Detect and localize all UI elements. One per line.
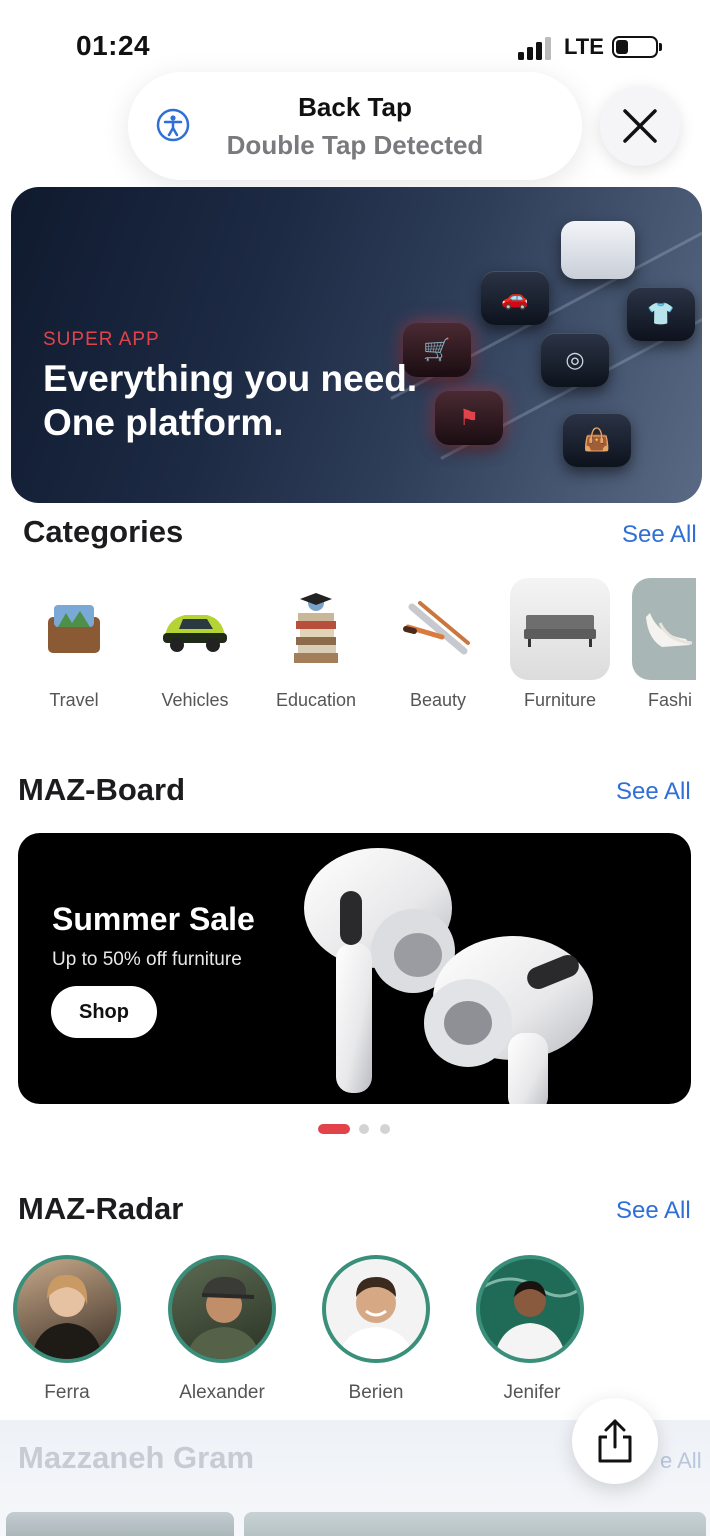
category-vehicles[interactable] [145,578,245,680]
battery-tip [659,43,662,51]
board-slide-title: Summer Sale [52,901,255,937]
gram-thumbnail[interactable] [244,1512,706,1536]
category-label: Furniture [523,690,597,710]
avatar[interactable] [13,1255,121,1363]
person-photo [338,1277,414,1359]
radar-person-name: Ferra [44,1382,90,1403]
pager-dot[interactable] [359,1124,369,1134]
gram-see-all[interactable]: e All [660,1448,702,1474]
hero-title-line1: Everything you need. [43,358,418,399]
board-title: MAZ-Board [18,772,186,807]
category-education[interactable] [266,578,366,680]
back-tap-subtitle: Double Tap Detected [226,130,484,160]
brushes-icon [403,601,470,655]
board-slide[interactable]: Summer Sale Up to 50% off furniture Shop [18,833,691,1104]
hero-key-bag-icon: 👜 [563,413,631,467]
back-tap-notification[interactable]: Back Tap Double Tap Detected [128,72,582,180]
hero-key-blank [561,221,635,279]
avatar[interactable] [476,1255,584,1363]
pager-dot[interactable] [380,1124,390,1134]
category-label: Education [275,690,357,710]
radar-title: MAZ-Radar [18,1191,184,1226]
sofa-icon [524,615,596,647]
category-label: Beauty [409,690,467,710]
heels-icon [646,613,693,647]
car-icon [163,615,227,652]
pager-dot-active[interactable] [318,1124,350,1134]
books-icon [294,593,338,663]
board-see-all[interactable]: See All [616,778,691,806]
hero-title-line2: One platform. [43,402,284,443]
categories-title: Categories [23,514,184,549]
person-photo [31,1274,103,1359]
radar-person-name: Berien [348,1382,404,1403]
category-label: Vehicles [161,690,229,710]
category-furniture[interactable] [510,578,610,680]
hero-key-shirt-icon: 👕 [627,287,695,341]
hero-banner[interactable]: 🚗 👕 🛒 ◎ ⚑ 👜 SUPER APP Everything you nee… [11,187,702,503]
avatar[interactable] [322,1255,430,1363]
hero-eyebrow: SUPER APP [43,329,160,350]
person-photo [186,1276,260,1359]
close-icon [623,109,657,143]
category-label: Fashi [648,690,693,710]
network-label: LTE [564,34,604,59]
hero-key-car-icon: 🚗 [481,271,549,325]
gram-thumbnail[interactable] [6,1512,234,1536]
share-icon [598,1419,632,1463]
hero-key-food-icon: ◎ [541,333,609,387]
battery-icon [612,36,658,58]
shop-button[interactable]: Shop [51,986,157,1038]
radar-person-name: Jenifer [503,1382,561,1403]
status-time: 01:24 [76,30,151,61]
back-tap-title: Back Tap [298,92,412,122]
board-slide-subtitle: Up to 50% off furniture [52,949,242,970]
person-photo [480,1277,580,1359]
avatar[interactable] [168,1255,276,1363]
category-travel[interactable] [24,578,124,680]
hero-title: Everything you need. One platform. [43,357,463,445]
category-label: Travel [49,690,99,710]
categories-see-all[interactable]: See All [622,521,697,549]
radar-see-all[interactable]: See All [616,1197,691,1225]
gram-title: Mazzaneh Gram [18,1440,255,1475]
signal-icon [518,36,554,60]
share-button[interactable] [572,1398,658,1484]
suitcase-icon [48,605,100,653]
category-fashion[interactable] [632,578,696,680]
category-beauty[interactable] [388,578,488,680]
earbuds-image [304,848,593,1104]
close-button[interactable] [600,86,680,166]
radar-person-name: Alexander [179,1382,265,1403]
